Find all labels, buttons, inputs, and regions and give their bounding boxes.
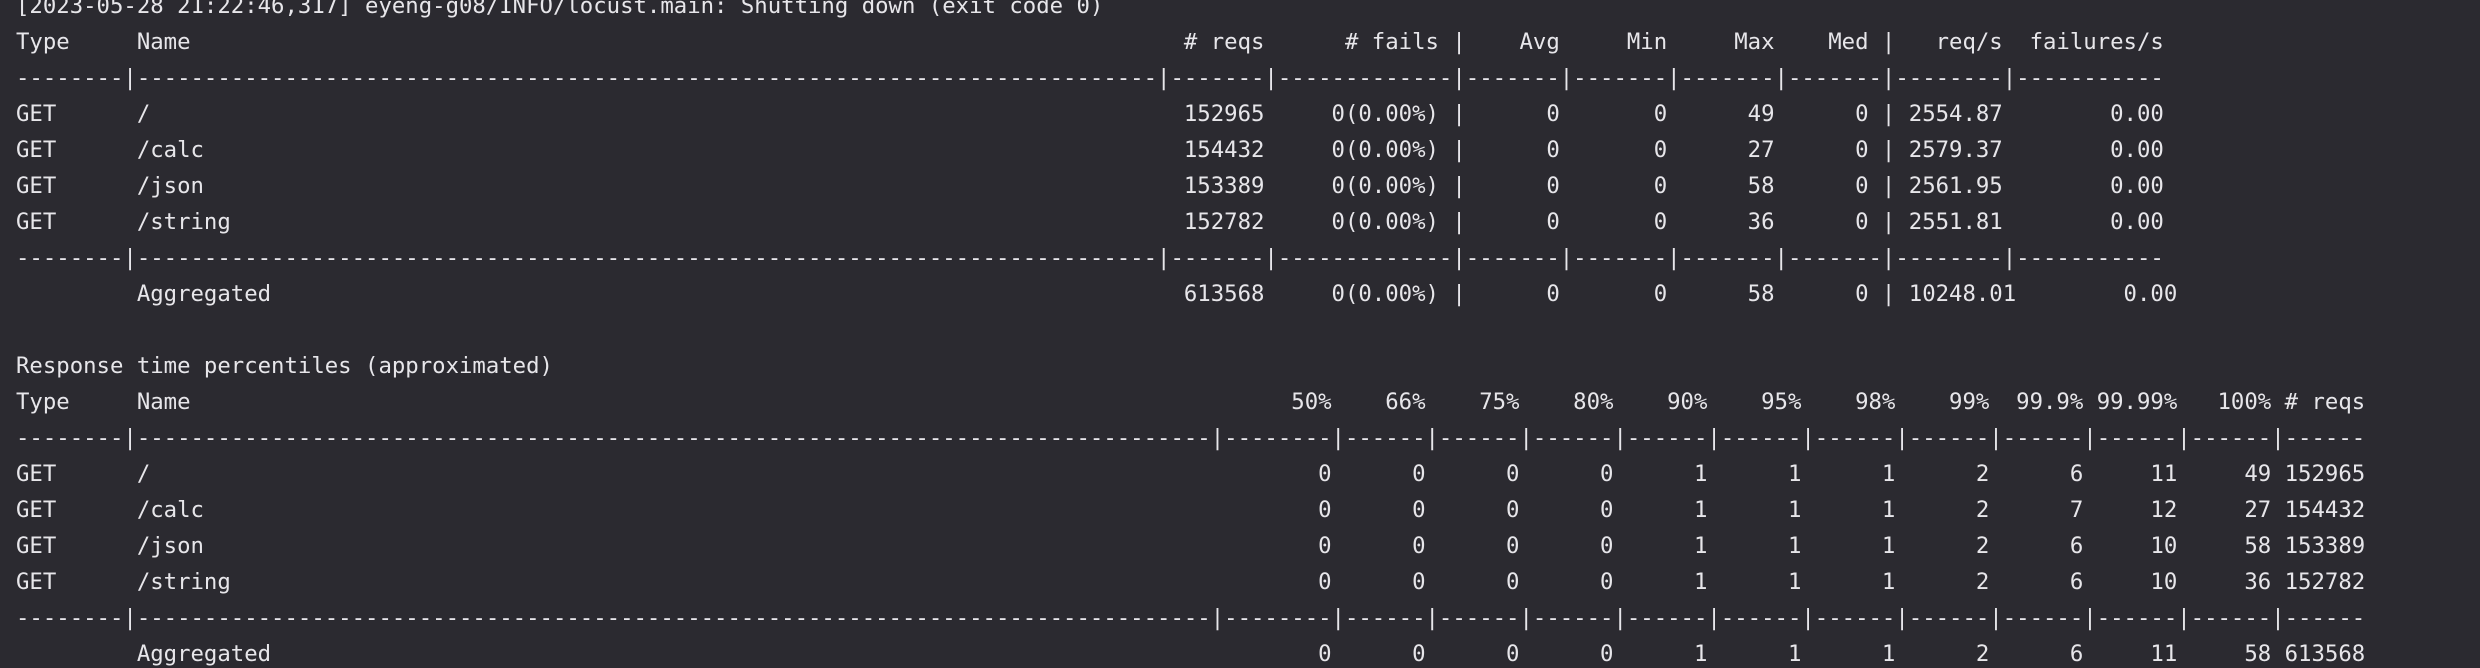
stats-row-string: GET /string 152782 0(0.00%) | 0 0 36 0 |… <box>16 209 2164 235</box>
stats-row-aggregated: Aggregated 613568 0(0.00%) | 0 0 58 0 | … <box>16 281 2178 307</box>
log-header-line: [2023-05-28 21:22:46,317] eyeng-g08/INFO… <box>16 0 1104 19</box>
stats-separator: --------|-------------------------------… <box>16 245 2164 271</box>
percentiles-column-headers: Type Name 50% 66% 75% 80% 90% 95% 98% 99… <box>16 389 2366 415</box>
percentiles-row-aggregated: Aggregated 0 0 0 0 1 1 1 2 6 11 58 61356… <box>16 641 2366 667</box>
terminal-window[interactable]: [2023-05-28 21:22:46,317] eyeng-g08/INFO… <box>0 0 2480 668</box>
stats-row-root: GET / 152965 0(0.00%) | 0 0 49 0 | 2554.… <box>16 101 2164 127</box>
percentiles-separator: --------|-------------------------------… <box>16 605 2366 631</box>
percentiles-row-root: GET / 0 0 0 0 1 1 1 2 6 11 49 152965 <box>16 461 2366 487</box>
stats-row-calc: GET /calc 154432 0(0.00%) | 0 0 27 0 | 2… <box>16 137 2164 163</box>
stats-row-json: GET /json 153389 0(0.00%) | 0 0 58 0 | 2… <box>16 173 2164 199</box>
percentiles-row-calc: GET /calc 0 0 0 0 1 1 1 2 7 12 27 154432 <box>16 497 2366 523</box>
percentiles-row-string: GET /string 0 0 0 0 1 1 1 2 6 10 36 1527… <box>16 569 2366 595</box>
percentiles-separator: --------|-------------------------------… <box>16 425 2366 451</box>
stats-column-headers: Type Name # reqs # fails | Avg Min Max M… <box>16 29 2164 55</box>
percentiles-title: Response time percentiles (approximated) <box>16 353 553 379</box>
stats-separator: --------|-------------------------------… <box>16 65 2164 91</box>
percentiles-row-json: GET /json 0 0 0 0 1 1 1 2 6 10 58 153389 <box>16 533 2366 559</box>
